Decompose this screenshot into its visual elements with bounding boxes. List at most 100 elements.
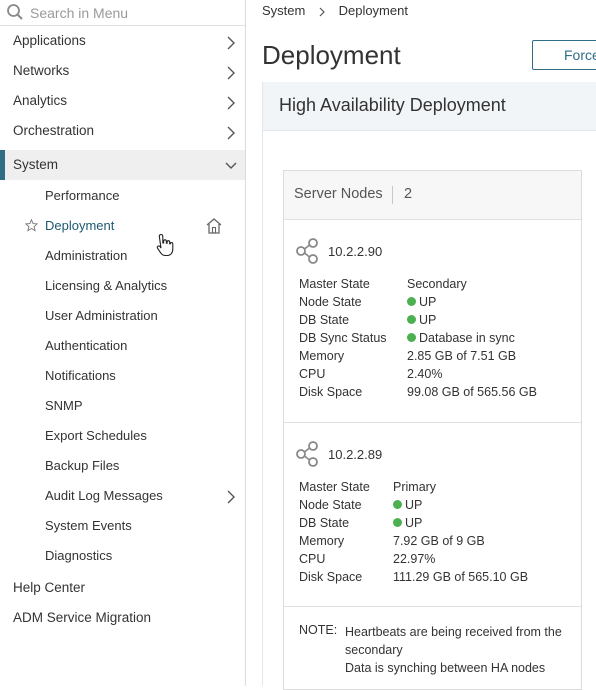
field-value: 7.92 GB of 9 GB bbox=[393, 534, 485, 548]
sidebar-item-notifications[interactable]: Notifications bbox=[0, 362, 245, 392]
nav-help-center[interactable]: Help Center bbox=[0, 575, 245, 605]
note-text: Heartbeats are being received from the s… bbox=[345, 623, 575, 677]
field-key: DB State bbox=[299, 313, 350, 327]
field-key: Disk Space bbox=[299, 570, 363, 584]
breadcrumb-system-link[interactable]: System bbox=[262, 3, 305, 18]
sidebar-item-audit-log-messages[interactable]: Audit Log Messages bbox=[0, 482, 245, 512]
nav-label: ADM Service Migration bbox=[13, 610, 152, 625]
field-key: CPU bbox=[299, 552, 326, 566]
sub-label: Diagnostics bbox=[45, 548, 113, 563]
node-field-row: Disk Space 111.29 GB of 565.10 GB bbox=[299, 570, 569, 588]
field-value: 99.08 GB of 565.56 GB bbox=[407, 385, 537, 399]
field-value: 2.85 GB of 7.51 GB bbox=[407, 349, 517, 363]
field-value: Database in sync bbox=[419, 331, 515, 345]
note-line: Heartbeats are being received from the s… bbox=[345, 625, 562, 657]
sidebar: Applications Networks Analytics Orchestr… bbox=[0, 0, 246, 686]
status-dot bbox=[393, 518, 402, 527]
sub-label: Licensing & Analytics bbox=[45, 278, 168, 293]
nav-label: Orchestration bbox=[13, 123, 95, 138]
server-nodes-label: Server Nodes bbox=[294, 186, 383, 202]
sub-label: Administration bbox=[45, 248, 128, 263]
nav-orchestration[interactable]: Orchestration bbox=[0, 118, 245, 148]
field-value: UP bbox=[405, 516, 423, 530]
sidebar-item-export-schedules[interactable]: Export Schedules bbox=[0, 422, 245, 452]
nav-label: Applications bbox=[13, 33, 86, 48]
sidebar-item-licensing-analytics[interactable]: Licensing & Analytics bbox=[0, 272, 245, 302]
field-key: DB Sync Status bbox=[299, 331, 387, 345]
force-failover-button[interactable]: Force bbox=[532, 40, 596, 70]
node-divider bbox=[284, 606, 581, 607]
field-key: Disk Space bbox=[299, 385, 363, 399]
server-nodes-card: Server Nodes 2 10.2.2.90 Master State Se… bbox=[283, 170, 582, 690]
field-key: Node State bbox=[299, 295, 362, 309]
sidebar-item-snmp[interactable]: SNMP bbox=[0, 392, 245, 422]
sub-label: User Administration bbox=[45, 308, 158, 323]
node-field-row: DB State UP bbox=[299, 516, 569, 534]
star-icon[interactable] bbox=[25, 219, 38, 232]
nav-adm-service-migration[interactable]: ADM Service Migration bbox=[0, 605, 245, 635]
sub-label: Authentication bbox=[45, 338, 128, 353]
field-key: Node State bbox=[299, 498, 362, 512]
sidebar-item-diagnostics[interactable]: Diagnostics bbox=[0, 542, 245, 572]
panel-header: High Availability Deployment bbox=[263, 82, 596, 131]
breadcrumb-current: Deployment bbox=[338, 3, 408, 18]
chevron-right-icon bbox=[319, 7, 325, 16]
field-key: Master State bbox=[299, 480, 370, 494]
sidebar-item-system-events[interactable]: System Events bbox=[0, 512, 245, 542]
divider bbox=[392, 186, 393, 204]
chevron-down-icon bbox=[225, 162, 237, 169]
menu-search bbox=[0, 0, 245, 26]
nav-applications[interactable]: Applications bbox=[0, 28, 245, 58]
node-ip: 10.2.2.90 bbox=[328, 244, 383, 259]
node-field-row: Master State Secondary bbox=[299, 277, 569, 295]
sub-label: Deployment bbox=[45, 218, 115, 233]
field-value: UP bbox=[419, 295, 437, 309]
nav-label: System bbox=[13, 157, 59, 172]
sub-label: Audit Log Messages bbox=[45, 488, 163, 503]
sidebar-item-performance[interactable]: Performance bbox=[0, 182, 245, 212]
chevron-right-icon bbox=[227, 126, 235, 140]
status-dot bbox=[393, 500, 402, 509]
field-value: 2.40% bbox=[407, 367, 443, 381]
sidebar-item-administration[interactable]: Administration bbox=[0, 242, 245, 272]
breadcrumb: System Deployment bbox=[262, 3, 408, 18]
node-field-row: Memory 7.92 GB of 9 GB bbox=[299, 534, 569, 552]
field-key: DB State bbox=[299, 516, 350, 530]
field-value: Secondary bbox=[407, 277, 467, 291]
sidebar-item-authentication[interactable]: Authentication bbox=[0, 332, 245, 362]
home-icon[interactable] bbox=[205, 217, 223, 235]
pointer-cursor-icon bbox=[156, 233, 174, 257]
field-key: Memory bbox=[299, 534, 345, 548]
sidebar-item-backup-files[interactable]: Backup Files bbox=[0, 452, 245, 482]
field-key: Master State bbox=[299, 277, 370, 291]
search-input[interactable] bbox=[28, 2, 232, 24]
page-title: Deployment bbox=[262, 40, 401, 70]
sidebar-item-user-administration[interactable]: User Administration bbox=[0, 302, 245, 332]
note-label: NOTE: bbox=[299, 623, 338, 637]
status-dot bbox=[407, 315, 416, 324]
node-field-row: CPU 2.40% bbox=[299, 367, 569, 385]
node-field-row: Master State Primary bbox=[299, 480, 569, 498]
node-divider bbox=[284, 422, 581, 423]
nav-networks[interactable]: Networks bbox=[0, 58, 245, 88]
sub-label: Performance bbox=[45, 188, 120, 203]
share-nodes-icon bbox=[296, 441, 318, 467]
field-key: Memory bbox=[299, 349, 345, 363]
note-line: Data is synching between HA nodes bbox=[345, 661, 546, 675]
sub-label: Backup Files bbox=[45, 458, 120, 473]
chevron-right-icon bbox=[227, 96, 235, 110]
sidebar-item-deployment[interactable]: Deployment bbox=[0, 212, 245, 242]
chevron-right-icon bbox=[227, 36, 235, 50]
nav-analytics[interactable]: Analytics bbox=[0, 88, 245, 118]
status-dot bbox=[407, 333, 416, 342]
sub-label: System Events bbox=[45, 518, 132, 533]
node-field-row: Memory 2.85 GB of 7.51 GB bbox=[299, 349, 569, 367]
node-field-row: DB State UP bbox=[299, 313, 569, 331]
status-dot bbox=[407, 297, 416, 306]
panel-title: High Availability Deployment bbox=[279, 95, 506, 115]
field-value: 22.97% bbox=[393, 552, 436, 566]
nav-system[interactable]: System bbox=[0, 150, 245, 180]
field-value: UP bbox=[419, 313, 437, 327]
node-field-row: Node State UP bbox=[299, 295, 569, 313]
card-header: Server Nodes 2 bbox=[284, 171, 581, 220]
